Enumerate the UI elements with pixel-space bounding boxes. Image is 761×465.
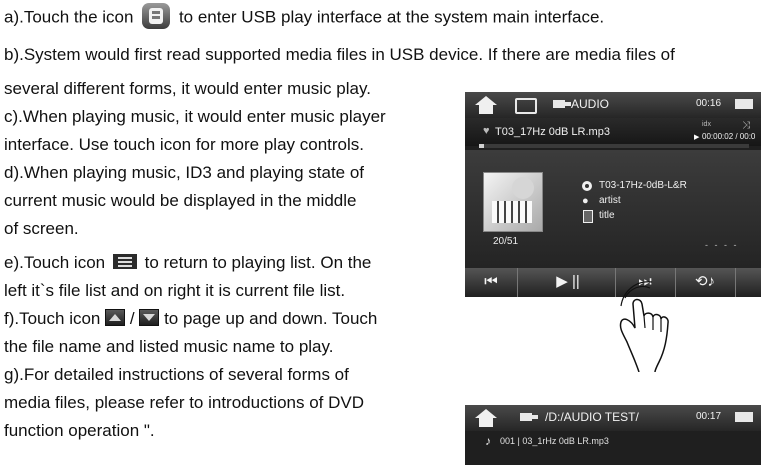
instruction-c-line1: c).When playing music, it would enter mu… — [4, 107, 386, 126]
song-title: title — [599, 210, 615, 221]
file-list-screenshot: /D:/AUDIO TEST/ 00:17 ♪ 001 | 03_1rHz 0d… — [465, 405, 761, 465]
file-info-bar: ♥ T03_17Hz 0dB LR.mp3 idx ⤨ ▶ 00:00:02 /… — [465, 118, 761, 146]
progress-bar[interactable] — [479, 144, 749, 148]
music-player-screenshot: AUDIO 00:16 ♥ T03_17Hz 0dB LR.mp3 idx ⤨ … — [465, 92, 761, 297]
disc-icon — [582, 181, 592, 191]
instruction-d-line1: d).When playing music, ID3 and playing s… — [4, 163, 365, 182]
previous-icon[interactable]: ⏮ — [473, 273, 509, 291]
person-icon: ● — [582, 195, 589, 207]
shuffle-icon[interactable]: ⤨ — [742, 120, 750, 131]
heart-icon: ♥ — [483, 125, 490, 137]
home-icon[interactable] — [475, 409, 497, 427]
usb-icon — [142, 3, 171, 29]
play-pause-icon[interactable]: ▶ || — [543, 273, 593, 291]
instruction-e-line2: left it`s file list and on right it is c… — [4, 281, 346, 300]
clock: 00:17 — [696, 411, 722, 422]
playlist-icon — [112, 254, 137, 270]
instruction-f-line2: the file name and listed music name to p… — [4, 337, 334, 356]
elapsed-time: 00:00:02 / 00:0 — [702, 132, 756, 141]
folder-path: /D:/AUDIO TEST/ — [545, 410, 639, 424]
artist-name: artist — [599, 195, 621, 206]
clock: 00:16 — [696, 98, 722, 109]
instruction-e-line1: e).Touch icon to return to playing list.… — [4, 253, 372, 272]
instruction-c-line2: interface. Use touch icon for more play … — [4, 135, 364, 154]
progress-fill — [479, 144, 485, 148]
player-status-bar: AUDIO 00:16 — [465, 92, 761, 118]
play-status-icon: ▶ — [694, 134, 700, 141]
instruction-f-line1: f).Touch icon / to page up and down. Tou… — [4, 309, 378, 328]
song-name: T03-17Hz-0dB-L&R — [599, 180, 687, 191]
track-count: 20/51 — [493, 236, 519, 247]
document-icon — [583, 210, 593, 223]
music-info-area: 20/51 T03-17Hz-0dB-L&R ● artist title - … — [465, 150, 761, 268]
file-list-row[interactable]: 001 | 03_1rHz 0dB LR.mp3 — [500, 436, 609, 446]
page-down-icon — [139, 309, 160, 327]
instruction-g-line3: function operation ". — [4, 421, 155, 440]
usb-source-icon — [553, 100, 571, 108]
playback-controls: ⏮ ▶ || ⏭ ⟲♪ — [465, 268, 761, 297]
music-note-icon: ♪ — [485, 434, 491, 448]
screen-icon[interactable] — [515, 98, 537, 114]
control-divider — [735, 268, 736, 297]
instruction-d-line3: of screen. — [4, 219, 79, 238]
instruction-a: a).Touch the icon to enter USB play inte… — [4, 3, 604, 31]
instruction-g-line2: media files, please refer to introductio… — [4, 393, 365, 412]
usb-source-icon — [520, 413, 538, 421]
file-list-status-bar: /D:/AUDIO TEST/ 00:17 — [465, 405, 761, 431]
page-up-icon — [105, 309, 126, 327]
instruction-b-line1: b).System would first read supported med… — [4, 45, 675, 64]
battery-icon — [735, 412, 753, 422]
instruction-b-line2: several different forms, it would enter … — [4, 79, 371, 98]
instruction-d-line2: current music would be displayed in the … — [4, 191, 357, 210]
source-label: AUDIO — [571, 97, 610, 111]
volume-label: idx — [702, 121, 711, 128]
pointing-hand-icon — [619, 281, 669, 372]
instruction-g-line1: g).For detailed instructions of several … — [4, 365, 349, 384]
album-art — [483, 172, 543, 232]
status-dots: - - - - — [705, 240, 739, 250]
control-divider — [517, 268, 518, 297]
repeat-icon[interactable]: ⟲♪ — [685, 273, 725, 291]
battery-icon — [735, 99, 753, 109]
home-icon[interactable] — [475, 96, 497, 114]
current-file-name: T03_17Hz 0dB LR.mp3 — [495, 126, 610, 138]
